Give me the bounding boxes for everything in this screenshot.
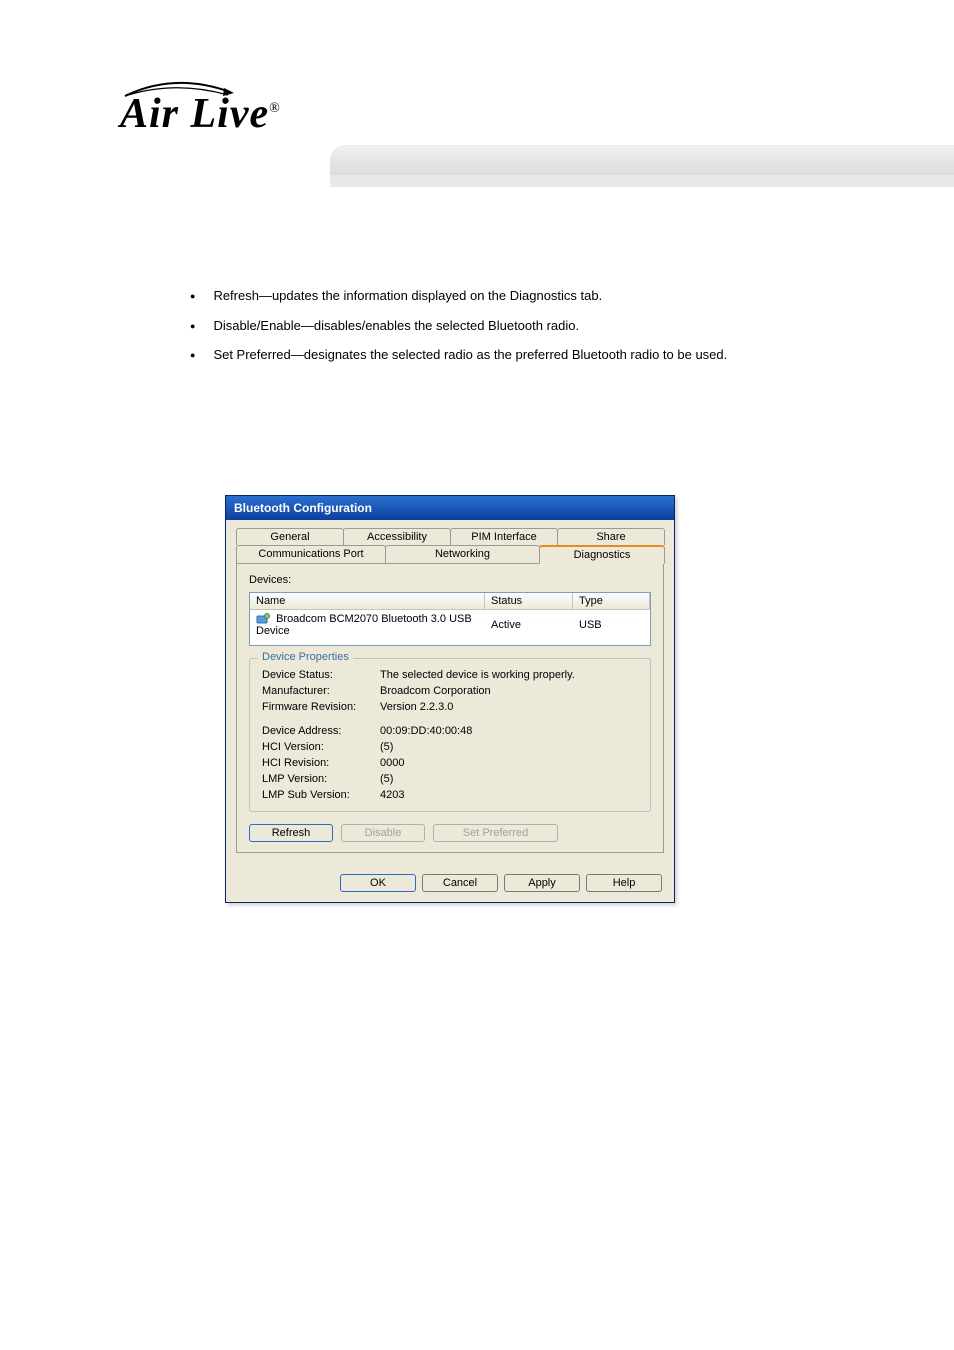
group-title: Device Properties (258, 651, 353, 663)
button-label: Disable (365, 827, 402, 839)
prop-value: (5) (380, 741, 638, 753)
tab-label: Accessibility (367, 531, 427, 543)
col-status[interactable]: Status (485, 593, 573, 609)
bullet-icon: ● (190, 316, 195, 336)
dialog-title: Bluetooth Configuration (226, 496, 674, 520)
prop-label: Device Address: (262, 725, 380, 737)
button-label: Refresh (272, 827, 311, 839)
button-label: Help (613, 877, 636, 889)
dialog-footer: OK Cancel Apply Help (226, 866, 674, 902)
tab-strip: General Accessibility PIM Interface Shar… (236, 528, 664, 854)
tab-label: General (270, 531, 309, 543)
prop-value: 0000 (380, 757, 638, 769)
bullet-text: Disable/Enable—disables/enables the sele… (213, 316, 579, 336)
tab-share[interactable]: Share (557, 528, 665, 545)
prop-value: (5) (380, 773, 638, 785)
device-status: Active (485, 617, 573, 633)
diagnostics-panel: Devices: Name Status Type Broadcom BCM20… (236, 563, 664, 853)
button-label: Apply (528, 877, 556, 889)
prop-label: LMP Sub Version: (262, 789, 380, 801)
device-name: Broadcom BCM2070 Bluetooth 3.0 USB Devic… (256, 613, 472, 637)
prop-label: HCI Version: (262, 741, 380, 753)
refresh-button[interactable]: Refresh (249, 824, 333, 842)
device-row[interactable]: Broadcom BCM2070 Bluetooth 3.0 USB Devic… (250, 610, 650, 640)
tab-communications-port[interactable]: Communications Port (236, 545, 386, 564)
header-gradient-bar (330, 145, 954, 175)
tab-label: PIM Interface (471, 531, 536, 543)
col-name[interactable]: Name (250, 593, 485, 609)
panel-button-row: Refresh Disable Set Preferred (249, 824, 651, 842)
logo-text: Air Live® (120, 91, 281, 137)
tab-label: Share (596, 531, 625, 543)
header-sub-bar (330, 175, 954, 187)
instruction-list: ● Refresh—updates the information displa… (190, 286, 830, 375)
bullet-text: Set Preferred—designates the selected ra… (213, 345, 727, 365)
bullet-text: Refresh—updates the information displaye… (213, 286, 602, 306)
prop-value: 00:09:DD:40:00:48 (380, 725, 638, 737)
button-label: Cancel (443, 877, 477, 889)
tab-diagnostics[interactable]: Diagnostics (539, 545, 665, 564)
prop-label: LMP Version: (262, 773, 380, 785)
brand-logo: Air Live® (120, 90, 281, 138)
device-icon (256, 613, 270, 625)
bluetooth-config-dialog: Bluetooth Configuration General Accessib… (225, 495, 675, 903)
tab-label: Networking (435, 548, 490, 560)
col-type[interactable]: Type (573, 593, 650, 609)
set-preferred-button: Set Preferred (433, 824, 558, 842)
list-header: Name Status Type (250, 593, 650, 610)
prop-label: Firmware Revision: (262, 701, 380, 713)
prop-value: Broadcom Corporation (380, 685, 638, 697)
apply-button[interactable]: Apply (504, 874, 580, 892)
device-type: USB (573, 617, 650, 633)
tab-label: Communications Port (258, 548, 363, 560)
disable-button: Disable (341, 824, 425, 842)
tab-accessibility[interactable]: Accessibility (343, 528, 451, 545)
prop-label: Manufacturer: (262, 685, 380, 697)
bullet-icon: ● (190, 345, 195, 365)
button-label: OK (370, 877, 386, 889)
tab-label: Diagnostics (574, 549, 631, 561)
help-button[interactable]: Help (586, 874, 662, 892)
devices-list[interactable]: Name Status Type Broadcom BCM2070 Blueto… (249, 592, 651, 646)
tab-general[interactable]: General (236, 528, 344, 545)
tab-networking[interactable]: Networking (385, 545, 540, 564)
tab-pim-interface[interactable]: PIM Interface (450, 528, 558, 545)
bullet-icon: ● (190, 286, 195, 306)
prop-label: HCI Revision: (262, 757, 380, 769)
device-properties-group: Device Properties Device Status:The sele… (249, 658, 651, 812)
prop-label: Device Status: (262, 669, 380, 681)
button-label: Set Preferred (463, 827, 528, 839)
prop-value: Version 2.2.3.0 (380, 701, 638, 713)
cancel-button[interactable]: Cancel (422, 874, 498, 892)
prop-value: The selected device is working properly. (380, 669, 638, 681)
prop-value: 4203 (380, 789, 638, 801)
devices-label: Devices: (249, 574, 651, 586)
ok-button[interactable]: OK (340, 874, 416, 892)
